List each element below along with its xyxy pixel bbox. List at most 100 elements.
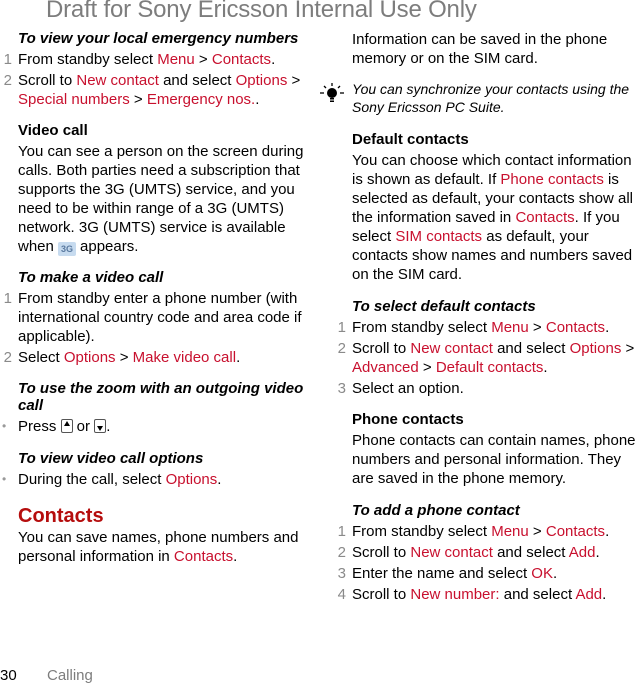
phone-contacts-body: Phone contacts can contain names, phone … [352,432,636,487]
volume-down-key-icon [94,419,107,433]
contacts-link[interactable]: Contacts [515,209,574,226]
make-video-call-step-2: 2 Select Options > Make video call. [4,348,310,367]
punct: . [233,548,238,565]
step-text: Enter the name and select [352,565,532,582]
add-contact-step-2: 2 Scroll to New contact and select Add. [338,543,637,562]
contacts-link[interactable]: Contacts [546,319,605,336]
options-link[interactable]: Options [64,349,116,366]
options-instruction: • During the call, select Options. [2,470,310,489]
select-default-step-2: 2 Scroll to New contact and select Option… [338,339,637,377]
step-text: From standby select [352,319,492,336]
volume-up-key-icon [60,419,73,433]
contacts-intro: You can save names, phone numbers and pe… [18,528,310,566]
step-text: From standby enter a phone number (with … [18,290,302,345]
separator: > [115,349,133,366]
punct: . [255,91,260,108]
step-number: 1 [3,290,12,307]
step-number: 1 [3,51,12,68]
special-numbers-link[interactable]: Special numbers [18,91,130,108]
punct: . [595,544,600,561]
step-text: and select [499,586,576,603]
new-contact-link[interactable]: New contact [76,72,159,89]
select-default-step-1: 1 From standby select Menu > Contacts. [338,318,637,337]
add-link[interactable]: Add [569,544,596,561]
video-call-body: You can see a person on the screen durin… [18,142,310,256]
step-number: 3 [337,565,346,582]
punct: . [605,523,610,540]
make-video-call-heading: To make a video call [18,269,164,286]
step-text: Scroll to [18,72,77,89]
select-default-step-3: 3 Select an option. [338,379,637,398]
menu-link[interactable]: Menu [491,319,529,336]
page-number: 30 [0,667,17,684]
options-link[interactable]: Options [570,340,622,357]
default-contacts-link[interactable]: Default contacts [436,359,544,376]
storage-intro: Information can be saved in the phone me… [352,31,608,67]
step-number: 1 [337,319,346,336]
options-link[interactable]: Options [166,471,218,488]
emergency-step-2: 2 Scroll to New contact and select Option… [4,71,310,109]
options-link[interactable]: Options [236,72,288,89]
punct: . [605,319,610,336]
emergency-heading: To view your local emergency numbers [18,30,299,47]
paragraph-text: You can save names, phone numbers and pe… [18,529,299,565]
ok-link[interactable]: OK [531,565,553,582]
tip-text: You can synchronize your contacts using … [352,81,630,115]
tip-note: You can synchronize your contacts using … [320,80,637,116]
make-video-call-step-1: 1 From standby enter a phone number (with… [4,289,310,346]
make-video-call-link[interactable]: Make video call [133,349,236,366]
zoom-heading: To use the zoom with an outgoing video c… [18,380,304,414]
step-text: Scroll to [352,544,411,561]
step-text: or [72,418,95,435]
step-text: Scroll to [352,586,411,603]
punct: . [552,565,558,582]
add-link[interactable]: Add [575,586,602,603]
bullet: • [2,472,7,486]
step-text: Press [18,418,61,435]
options-heading: To view video call options [18,450,204,467]
video-call-heading: Video call [18,122,88,139]
separator: > [287,72,301,89]
emergency-nos-link[interactable]: Emergency nos. [147,91,255,108]
step-text: Select [18,349,64,366]
sim-contacts-link[interactable]: SIM contacts [395,228,482,245]
punct: . [236,349,241,366]
separator: > [194,51,212,68]
new-contact-link[interactable]: New contact [410,340,493,357]
contacts-link[interactable]: Contacts [212,51,271,68]
step-text: Select an option. [352,380,464,397]
step-number: 3 [337,380,346,397]
phone-contacts-heading: Phone contacts [352,411,464,428]
new-number-link[interactable]: New number: [410,586,499,603]
separator: > [129,91,147,108]
menu-link[interactable]: Menu [157,51,195,68]
phone-contacts-link[interactable]: Phone contacts [500,171,603,188]
contacts-link[interactable]: Contacts [546,523,605,540]
punct: . [217,471,222,488]
step-text: During the call, select [18,471,166,488]
new-contact-link[interactable]: New contact [410,544,493,561]
add-contact-heading: To add a phone contact [352,502,520,519]
add-contact-step-4: 4 Scroll to New number: and select Add. [338,585,637,604]
step-number: 2 [337,544,346,561]
3g-network-icon: 3G [58,242,77,256]
add-contact-step-3: 3 Enter the name and select OK. [338,564,637,583]
step-text: Scroll to [352,340,411,357]
add-contact-step-1: 1 From standby select Menu > Contacts. [338,522,637,541]
draft-watermark: Draft for Sony Ericsson Internal Use Onl… [46,0,477,23]
step-text: From standby select [352,523,492,540]
separator: > [528,523,546,540]
step-text: and select [492,340,570,357]
separator: > [418,359,436,376]
contacts-link[interactable]: Contacts [174,548,233,565]
step-number: 2 [337,340,346,357]
paragraph-text: You can see a person on the screen durin… [18,143,304,255]
step-number: 2 [3,349,12,366]
right-column: Information can be saved in the phone me… [320,30,637,604]
paragraph-text: appears. [80,238,139,255]
menu-link[interactable]: Menu [491,523,529,540]
default-contacts-body: You can choose which contact information… [352,151,637,284]
advanced-link[interactable]: Advanced [352,359,419,376]
step-text: and select [158,72,236,89]
step-number: 4 [337,586,346,603]
